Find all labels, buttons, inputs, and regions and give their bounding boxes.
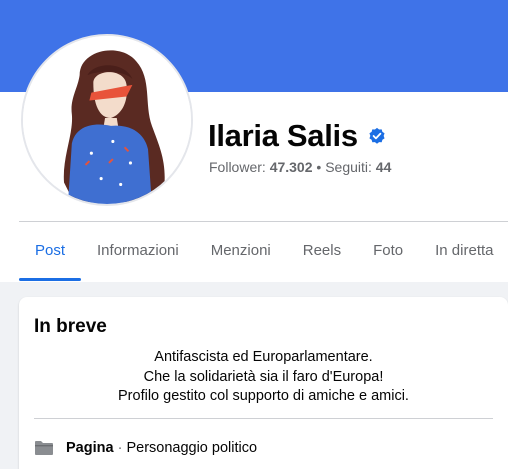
bio-line: Profilo gestito col supporto di amiche e… [118, 388, 409, 404]
tab-in-diretta[interactable]: In diretta [419, 222, 508, 282]
intro-divider [34, 418, 493, 419]
tab-menzioni[interactable]: Menzioni [195, 222, 287, 282]
bio-line: Antifascista ed Europarlamentare. [154, 349, 373, 365]
bio-line: Che la solidarietà sia il faro d'Europa! [143, 368, 384, 385]
tab-reels[interactable]: Reels [287, 222, 357, 282]
page-type-separator: · [117, 440, 123, 456]
avatar-illustration [23, 36, 191, 204]
page-category: Personaggio politico [126, 440, 258, 456]
profile-tabs: Post Informazioni Menzioni Reels Foto In… [19, 222, 508, 282]
profile-name: Ilaria Salis [208, 118, 358, 153]
bio: Antifascista ed Europarlamentare. Che la… [19, 348, 508, 407]
avatar[interactable] [21, 34, 193, 206]
tab-post[interactable]: Post [19, 222, 82, 282]
following-label: Seguiti: [325, 159, 372, 175]
page-type-label: Pagina [66, 440, 114, 456]
followers-label: Follower: [209, 159, 266, 175]
page-category-row: Pagina · Personaggio politico [34, 440, 257, 456]
folder-icon [35, 441, 53, 455]
verified-badge-icon[interactable] [368, 127, 386, 145]
follower-stats: Follower: 47.302 • Seguiti: 44 [209, 159, 391, 175]
stats-separator: • [316, 159, 322, 175]
intro-card: In breve Antifascista ed Europarlamentar… [19, 297, 508, 469]
following-count[interactable]: 44 [376, 159, 392, 175]
tab-foto[interactable]: Foto [357, 222, 419, 282]
tab-informazioni[interactable]: Informazioni [81, 222, 195, 282]
followers-count[interactable]: 47.302 [270, 159, 313, 175]
intro-title: In breve [34, 316, 107, 337]
profile-name-row: Ilaria Salis [208, 118, 386, 154]
